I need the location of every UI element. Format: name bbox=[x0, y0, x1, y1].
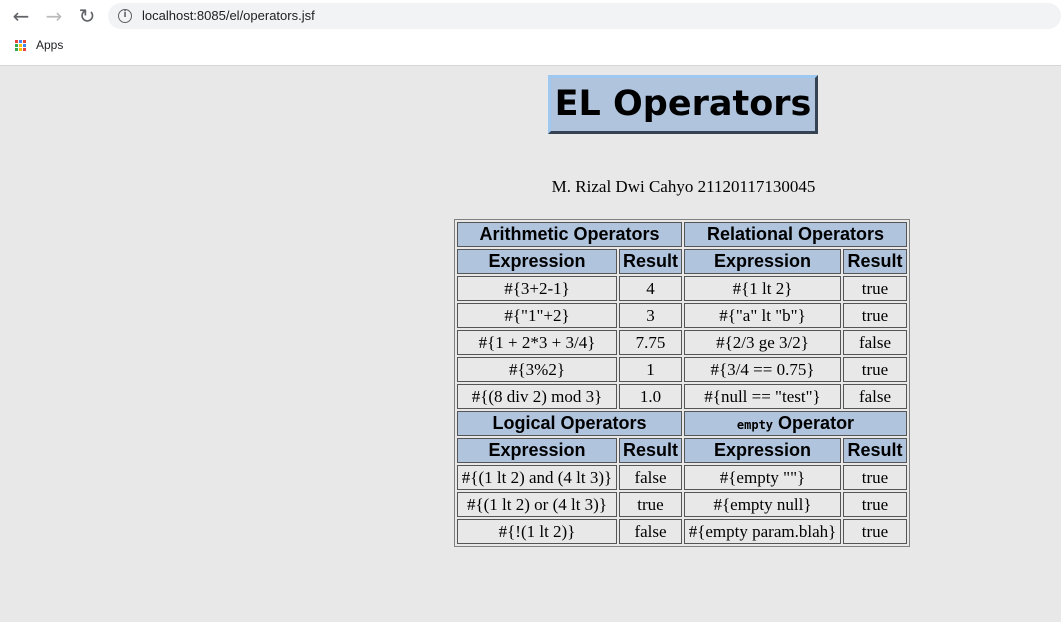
table-row: #{(1 lt 2) and (4 lt 3)} false #{empty ""}… bbox=[457, 465, 907, 490]
table-row: #{(8 div 2) mod 3} 1.0 #{null == "test"} fa… bbox=[457, 384, 907, 409]
info-icon[interactable]: i bbox=[118, 9, 132, 23]
section-header-row: Logical Operators empty Operator bbox=[457, 411, 907, 436]
author-text: M. Rizal Dwi Cahyo 21120117130045 bbox=[551, 177, 816, 196]
url-text: localhost:8085/el/operators.jsf bbox=[142, 8, 315, 23]
expression-cell: #{3/4 == 0.75} bbox=[684, 357, 841, 382]
section-title: Logical Operators bbox=[457, 411, 682, 436]
expression-cell: #{(1 lt 2) or (4 lt 3)} bbox=[457, 492, 617, 517]
result-cell: false bbox=[843, 384, 907, 409]
result-cell: true bbox=[843, 303, 907, 328]
section-title-text: Relational Operators bbox=[706, 224, 885, 244]
section-title: empty Operator bbox=[684, 411, 907, 436]
section-title-code: empty bbox=[736, 418, 774, 432]
table-row: #{3%2} 1 #{3/4 == 0.75} true bbox=[457, 357, 907, 382]
expression-header: Expression bbox=[684, 249, 841, 274]
table-row: #{"1"+2} 3 #{"a" lt "b"} true bbox=[457, 303, 907, 328]
forward-icon[interactable]: → bbox=[42, 5, 66, 27]
expression-cell: #{null == "test"} bbox=[684, 384, 841, 409]
result-header: Result bbox=[619, 438, 682, 463]
expression-cell: #{(1 lt 2) and (4 lt 3)} bbox=[457, 465, 617, 490]
column-header-row: Expression Result Expression Result bbox=[457, 249, 907, 274]
result-cell: 3 bbox=[619, 303, 682, 328]
bookmark-apps[interactable]: Apps bbox=[15, 38, 63, 52]
bookmark-label: Apps bbox=[36, 38, 64, 52]
expression-cell: #{1 lt 2} bbox=[684, 276, 841, 301]
table-row: #{3+2-1} 4 #{1 lt 2} true bbox=[457, 276, 907, 301]
expression-cell: #{1 + 2*3 + 3/4} bbox=[457, 330, 617, 355]
result-cell: 7.75 bbox=[619, 330, 682, 355]
expression-header: Expression bbox=[457, 438, 617, 463]
page-title: EL Operators bbox=[548, 75, 818, 134]
expression-cell: #{empty param.blah} bbox=[684, 519, 841, 544]
result-cell: true bbox=[843, 465, 907, 490]
result-cell: false bbox=[843, 330, 907, 355]
result-cell: true bbox=[843, 357, 907, 382]
address-bar[interactable]: i localhost:8085/el/operators.jsf bbox=[108, 3, 1061, 29]
result-cell: 1.0 bbox=[619, 384, 682, 409]
expression-cell: #{2/3 ge 3/2} bbox=[684, 330, 841, 355]
operators-table: Arithmetic Operators Relational Operators… bbox=[454, 219, 910, 547]
reload-icon[interactable]: ↻ bbox=[75, 5, 99, 27]
column-header-row: Expression Result Expression Result bbox=[457, 438, 907, 463]
section-header-row: Arithmetic Operators Relational Operators bbox=[457, 222, 907, 247]
expression-cell: #{empty ""} bbox=[684, 465, 841, 490]
result-cell: 4 bbox=[619, 276, 682, 301]
result-cell: true bbox=[843, 492, 907, 517]
result-header: Result bbox=[619, 249, 682, 274]
table-row: #{1 + 2*3 + 3/4} 7.75 #{2/3 ge 3/2} false bbox=[457, 330, 907, 355]
result-cell: true bbox=[619, 492, 682, 517]
section-title: Relational Operators bbox=[684, 222, 907, 247]
section-title-text: Operator bbox=[778, 413, 855, 433]
expression-cell: #{"1"+2} bbox=[457, 303, 617, 328]
browser-chrome: ← → ↻ i localhost:8085/el/operators.jsf … bbox=[0, 0, 1061, 66]
expression-header: Expression bbox=[457, 249, 617, 274]
expression-header: Expression bbox=[684, 438, 841, 463]
expression-cell: #{!(1 lt 2)} bbox=[457, 519, 617, 544]
expression-cell: #{3+2-1} bbox=[457, 276, 617, 301]
result-header: Result bbox=[843, 249, 907, 274]
result-cell: false bbox=[619, 465, 682, 490]
table-row: #{!(1 lt 2)} false #{empty param.blah} true bbox=[457, 519, 907, 544]
expression-cell: #{(8 div 2) mod 3} bbox=[457, 384, 617, 409]
result-cell: true bbox=[843, 276, 907, 301]
result-cell: false bbox=[619, 519, 682, 544]
apps-grid-icon bbox=[15, 39, 26, 51]
result-cell: 1 bbox=[619, 357, 682, 382]
expression-cell: #{3%2} bbox=[457, 357, 617, 382]
expression-cell: #{empty null} bbox=[684, 492, 841, 517]
table-row: #{(1 lt 2) or (4 lt 3)} true #{empty null}… bbox=[457, 492, 907, 517]
back-icon[interactable]: ← bbox=[9, 5, 33, 27]
section-title: Arithmetic Operators bbox=[457, 222, 682, 247]
result-cell: true bbox=[843, 519, 907, 544]
expression-cell: #{"a" lt "b"} bbox=[684, 303, 841, 328]
result-header: Result bbox=[843, 438, 907, 463]
